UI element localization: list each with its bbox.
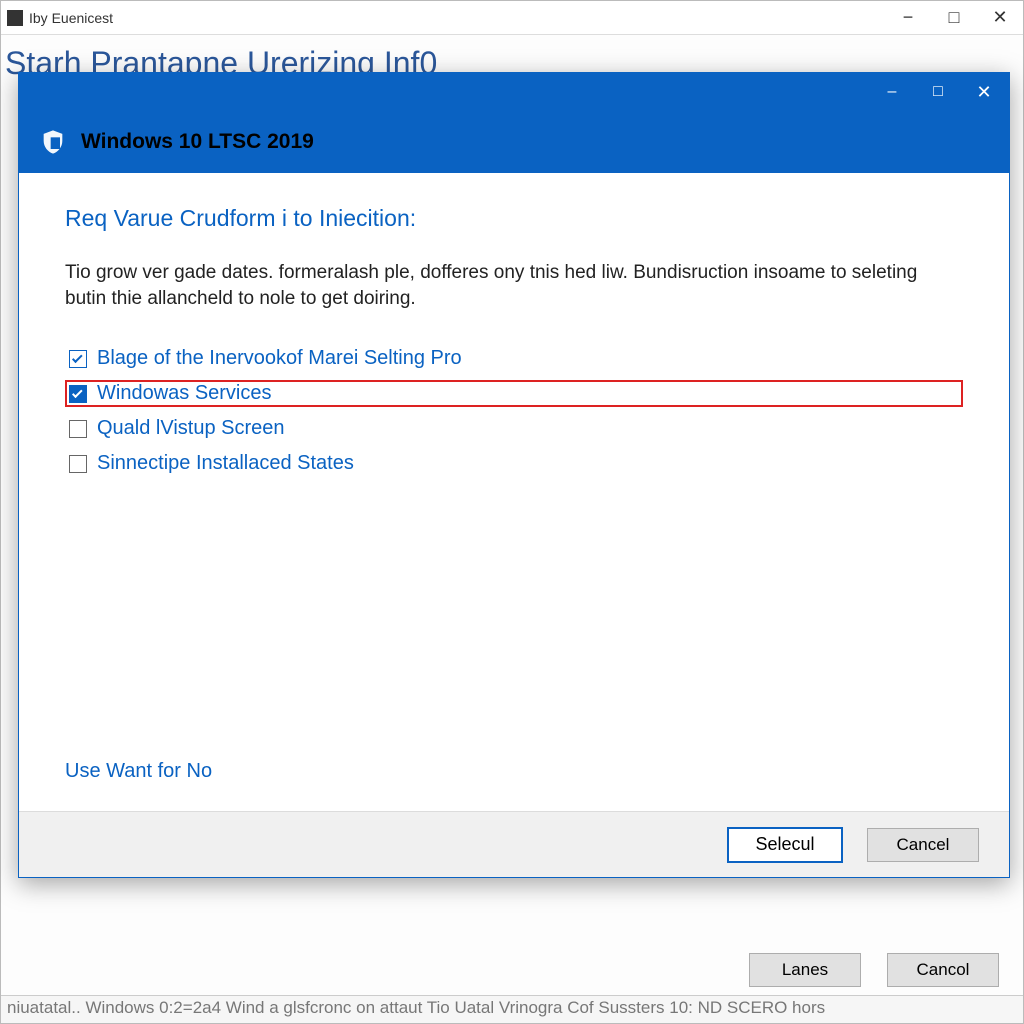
dialog-buttonbar: Selecul Cancel xyxy=(19,811,1009,877)
option-label: Blage of the Inervookof Marei Selting Pr… xyxy=(97,347,462,370)
shield-icon xyxy=(39,128,67,156)
option-row[interactable]: Blage of the Inervookof Marei Selting Pr… xyxy=(65,345,963,372)
option-label: Quald lVistup Screen xyxy=(97,417,285,440)
dialog-header: Windows 10 LTSC 2019 xyxy=(19,111,1009,173)
parent-window-title: Iby Euenicest xyxy=(29,10,113,26)
checkbox-icon[interactable] xyxy=(69,420,87,438)
minimize-icon[interactable]: − xyxy=(885,1,931,35)
option-label: Windowas Services xyxy=(97,382,272,405)
maximize-icon[interactable]: □ xyxy=(931,1,977,35)
checkbox-icon[interactable] xyxy=(69,385,87,403)
dialog-instruction: Req Varue Crudform i to Iniecition: xyxy=(65,205,963,232)
checkbox-icon[interactable] xyxy=(69,350,87,368)
option-row[interactable]: Quald lVistup Screen xyxy=(65,415,963,442)
close-icon[interactable]: ✕ xyxy=(977,1,1023,35)
option-row[interactable]: Windowas Services xyxy=(65,380,963,407)
dialog-window: – □ ✕ Windows 10 LTSC 2019 Req Varue Cru… xyxy=(18,72,1010,878)
parent-titlebar: Iby Euenicest − □ ✕ xyxy=(1,1,1023,35)
status-bar: niuatatal.. Windows 0:2=2a4 Wind a glsfc… xyxy=(1,995,1023,1023)
option-label: Sinnectipe Installaced States xyxy=(97,452,354,475)
option-row[interactable]: Sinnectipe Installaced States xyxy=(65,450,963,477)
dialog-description: Tio grow ver gade dates. formeralash ple… xyxy=(65,260,963,311)
select-button[interactable]: Selecul xyxy=(727,827,843,863)
cancel-button[interactable]: Cancel xyxy=(867,828,979,862)
minimize-icon[interactable]: – xyxy=(869,73,915,111)
app-icon xyxy=(7,10,23,26)
dialog-titlebar: – □ ✕ xyxy=(19,73,1009,111)
checkbox-icon[interactable] xyxy=(69,455,87,473)
maximize-icon[interactable]: □ xyxy=(915,73,961,111)
dialog-link[interactable]: Use Want for No xyxy=(65,760,963,801)
cancol-button[interactable]: Cancol xyxy=(887,953,999,987)
options-list: Blage of the Inervookof Marei Selting Pr… xyxy=(65,345,963,477)
close-icon[interactable]: ✕ xyxy=(961,73,1007,111)
dialog-title: Windows 10 LTSC 2019 xyxy=(81,130,314,154)
lanes-button[interactable]: Lanes xyxy=(749,953,861,987)
